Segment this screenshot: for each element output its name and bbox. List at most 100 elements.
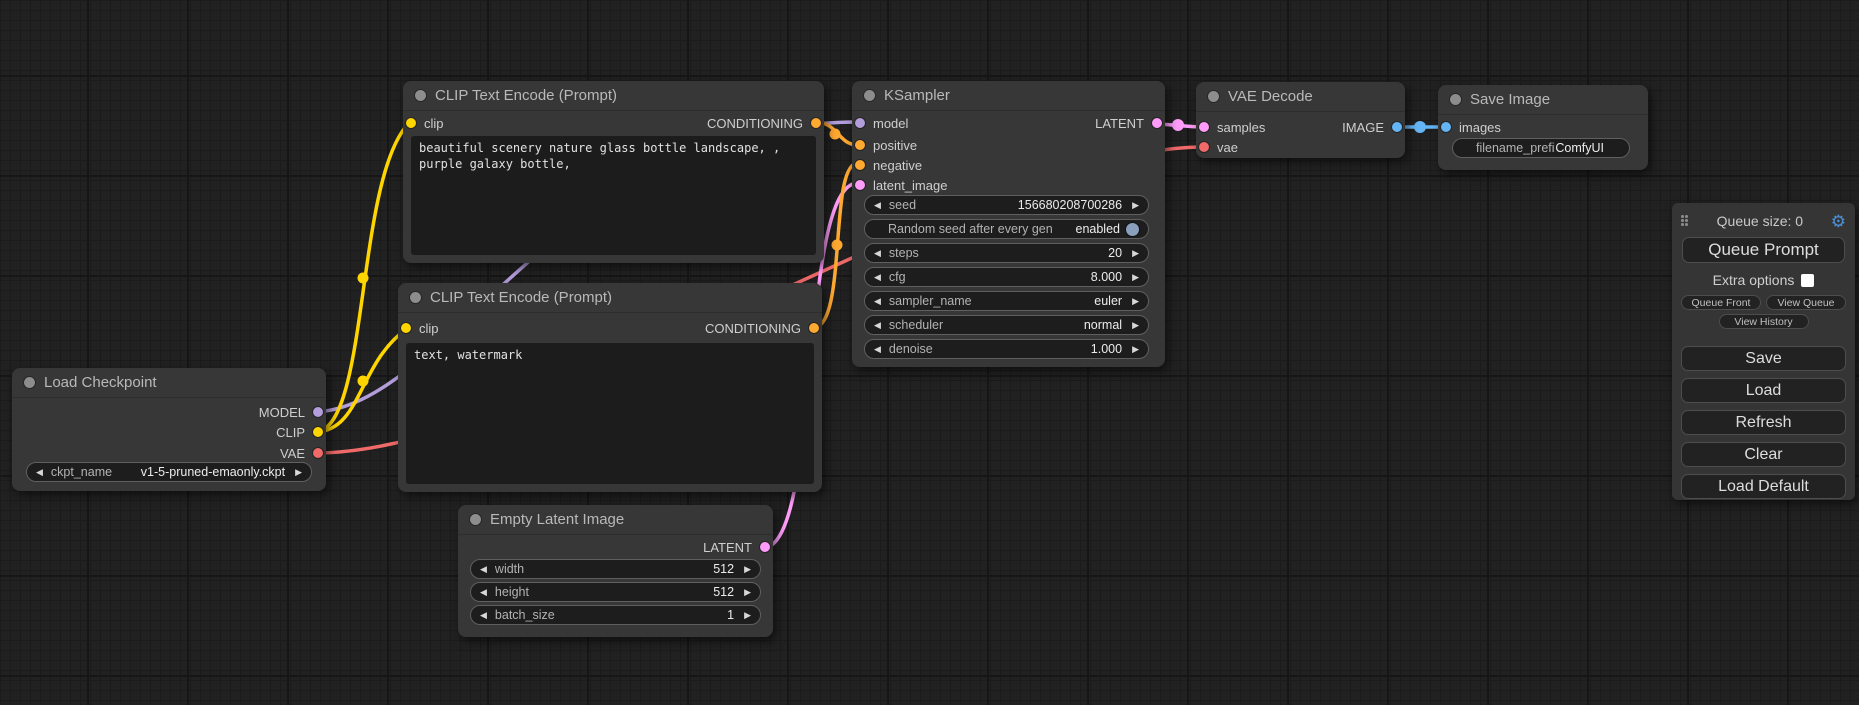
node-ksampler[interactable]: KSampler model LATENT positive negative … xyxy=(852,81,1165,367)
output-port-latent[interactable] xyxy=(1152,118,1162,128)
toggle-icon[interactable] xyxy=(1126,223,1139,236)
output-label: LATENT xyxy=(703,540,752,555)
queue-panel[interactable]: Queue size: 0 ⚙ Queue Prompt Extra optio… xyxy=(1672,203,1855,500)
input-port-negative[interactable] xyxy=(855,160,865,170)
node-title-bar[interactable]: Save Image xyxy=(1438,85,1648,115)
node-title-bar[interactable]: Load Checkpoint xyxy=(12,368,326,398)
input-port-positive[interactable] xyxy=(855,140,865,150)
output-label: CONDITIONING xyxy=(705,321,801,336)
increment-arrow-icon[interactable]: ▶ xyxy=(744,588,751,597)
decrement-arrow-icon[interactable]: ◀ xyxy=(480,565,487,574)
increment-arrow-icon[interactable]: ▶ xyxy=(1132,249,1139,258)
decrement-arrow-icon[interactable]: ◀ xyxy=(874,345,881,354)
view-history-button[interactable]: View History xyxy=(1719,314,1809,329)
increment-arrow-icon[interactable]: ▶ xyxy=(1132,273,1139,282)
input-label: samples xyxy=(1217,120,1265,135)
widget-label: denoise xyxy=(889,342,933,356)
drag-handle-icon[interactable] xyxy=(1681,215,1689,227)
height-widget[interactable]: ◀ height 512 ▶ xyxy=(470,582,761,602)
load-default-button[interactable]: Load Default xyxy=(1681,474,1846,499)
wire-clip-positive xyxy=(316,122,410,432)
input-port-latent-image[interactable] xyxy=(855,180,865,190)
decrement-arrow-icon[interactable]: ◀ xyxy=(874,273,881,282)
output-port-vae[interactable] xyxy=(313,448,323,458)
output-label: LATENT xyxy=(1095,116,1144,131)
denoise-widget[interactable]: ◀ denoise 1.000 ▶ xyxy=(864,339,1149,359)
node-status-dot-icon xyxy=(1208,91,1219,102)
node-load-checkpoint[interactable]: Load Checkpoint MODEL CLIP VAE ◀ ckpt_na… xyxy=(12,368,326,491)
decrement-arrow-icon[interactable]: ◀ xyxy=(480,588,487,597)
steps-widget[interactable]: ◀ steps 20 ▶ xyxy=(864,243,1149,263)
scheduler-widget[interactable]: ◀ scheduler normal ▶ xyxy=(864,315,1149,335)
prev-arrow-icon[interactable]: ◀ xyxy=(36,468,43,477)
widget-label: cfg xyxy=(889,270,906,284)
next-arrow-icon[interactable]: ▶ xyxy=(295,468,302,477)
output-port-image[interactable] xyxy=(1392,122,1402,132)
decrement-arrow-icon[interactable]: ◀ xyxy=(480,611,487,620)
increment-arrow-icon[interactable]: ▶ xyxy=(744,565,751,574)
decrement-arrow-icon[interactable]: ◀ xyxy=(874,249,881,258)
node-title-bar[interactable]: CLIP Text Encode (Prompt) xyxy=(403,81,824,111)
input-port-samples[interactable] xyxy=(1199,122,1209,132)
node-graph-canvas[interactable]: Load Checkpoint MODEL CLIP VAE ◀ ckpt_na… xyxy=(0,0,1859,705)
widget-label: ckpt_name xyxy=(51,465,112,479)
sampler-name-widget[interactable]: ◀ sampler_name euler ▶ xyxy=(864,291,1149,311)
node-title-bar[interactable]: CLIP Text Encode (Prompt) xyxy=(398,283,822,313)
input-label: positive xyxy=(873,138,917,153)
input-port-clip[interactable] xyxy=(401,323,411,333)
load-button[interactable]: Load xyxy=(1681,378,1846,403)
widget-label: batch_size xyxy=(495,608,555,622)
settings-gear-icon[interactable]: ⚙ xyxy=(1831,213,1846,230)
clear-button[interactable]: Clear xyxy=(1681,442,1846,467)
prev-arrow-icon[interactable]: ◀ xyxy=(874,321,881,330)
extra-options-checkbox[interactable] xyxy=(1801,274,1814,287)
output-port-conditioning[interactable] xyxy=(811,118,821,128)
widget-value: 512 xyxy=(713,562,734,576)
increment-arrow-icon[interactable]: ▶ xyxy=(1132,345,1139,354)
next-arrow-icon[interactable]: ▶ xyxy=(1132,297,1139,306)
input-port-images[interactable] xyxy=(1441,122,1451,132)
refresh-button[interactable]: Refresh xyxy=(1681,410,1846,435)
input-port-vae[interactable] xyxy=(1199,142,1209,152)
node-status-dot-icon xyxy=(410,292,421,303)
filename-prefix-widget[interactable]: filename_prefix ComfyUI xyxy=(1452,138,1630,158)
cfg-widget[interactable]: ◀ cfg 8.000 ▶ xyxy=(864,267,1149,287)
ckpt-name-widget[interactable]: ◀ ckpt_name v1-5-pruned-emaonly.ckpt ▶ xyxy=(26,462,312,482)
increment-arrow-icon[interactable]: ▶ xyxy=(1132,201,1139,210)
output-port-latent[interactable] xyxy=(760,542,770,552)
input-port-clip[interactable] xyxy=(406,118,416,128)
node-title-bar[interactable]: KSampler xyxy=(852,81,1165,111)
batch-size-widget[interactable]: ◀ batch_size 1 ▶ xyxy=(470,605,761,625)
widget-label: Random seed after every gen xyxy=(888,222,1053,236)
output-port-model[interactable] xyxy=(313,407,323,417)
prompt-text-input[interactable]: beautiful scenery nature glass bottle la… xyxy=(411,136,816,255)
next-arrow-icon[interactable]: ▶ xyxy=(1132,321,1139,330)
node-empty-latent-image[interactable]: Empty Latent Image LATENT ◀ width 512 ▶ … xyxy=(458,505,773,637)
random-seed-widget[interactable]: Random seed after every gen enabled xyxy=(864,219,1149,239)
node-title-bar[interactable]: VAE Decode xyxy=(1196,82,1405,112)
output-port-clip[interactable] xyxy=(313,427,323,437)
view-queue-button[interactable]: View Queue xyxy=(1766,295,1846,310)
node-title: CLIP Text Encode (Prompt) xyxy=(430,289,612,306)
seed-widget[interactable]: ◀ seed 156680208700286 ▶ xyxy=(864,195,1149,215)
increment-arrow-icon[interactable]: ▶ xyxy=(744,611,751,620)
node-save-image[interactable]: Save Image images filename_prefix ComfyU… xyxy=(1438,85,1648,170)
node-clip-text-encode-positive[interactable]: CLIP Text Encode (Prompt) clip CONDITION… xyxy=(403,81,824,263)
queue-prompt-button[interactable]: Queue Prompt xyxy=(1682,237,1845,263)
input-port-model[interactable] xyxy=(855,118,865,128)
node-title: Load Checkpoint xyxy=(44,374,157,391)
width-widget[interactable]: ◀ width 512 ▶ xyxy=(470,559,761,579)
save-button[interactable]: Save xyxy=(1681,346,1846,371)
queue-front-button[interactable]: Queue Front xyxy=(1681,295,1761,310)
node-vae-decode[interactable]: VAE Decode samples IMAGE vae xyxy=(1196,82,1405,158)
node-title-bar[interactable]: Empty Latent Image xyxy=(458,505,773,535)
widget-label: sampler_name xyxy=(889,294,972,308)
node-clip-text-encode-negative[interactable]: CLIP Text Encode (Prompt) clip CONDITION… xyxy=(398,283,822,492)
input-label: images xyxy=(1459,120,1501,135)
prev-arrow-icon[interactable]: ◀ xyxy=(874,297,881,306)
node-status-dot-icon xyxy=(864,90,875,101)
wire-dot xyxy=(358,273,369,284)
decrement-arrow-icon[interactable]: ◀ xyxy=(874,201,881,210)
output-port-conditioning[interactable] xyxy=(809,323,819,333)
prompt-text-input[interactable]: text, watermark xyxy=(406,343,814,484)
